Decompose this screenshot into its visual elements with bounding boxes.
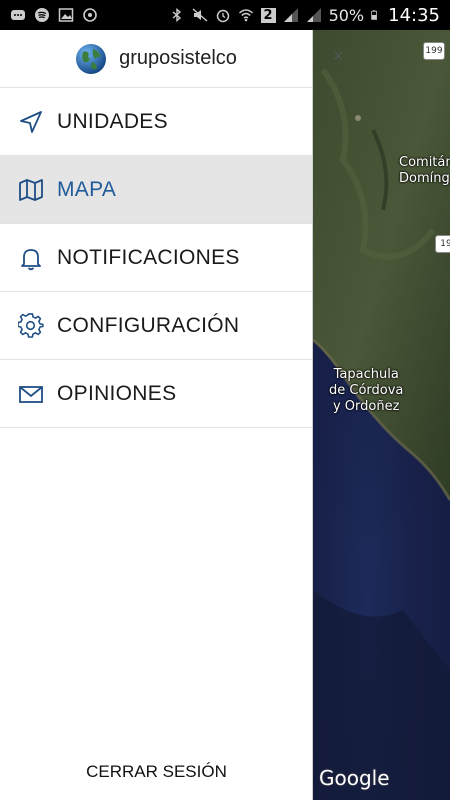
globe-logo-icon <box>76 43 107 74</box>
map-label-tapachula: Tapachula de Córdova y Ordoñez <box>329 367 404 414</box>
close-icon[interactable]: × <box>333 46 353 66</box>
clock: 14:35 <box>388 4 440 26</box>
menu-item-mapa[interactable]: MAPA <box>0 156 312 224</box>
sim-slot-badge: 2 <box>260 7 276 23</box>
menu-item-label: MAPA <box>57 177 117 201</box>
wifi-icon <box>238 9 253 22</box>
alarm-icon <box>216 9 229 23</box>
spotify-icon <box>35 8 49 22</box>
google-logo: Google <box>319 766 390 790</box>
bluetooth-icon <box>172 8 181 22</box>
menu-item-configuracion[interactable]: CONFIGURACIÓN <box>0 292 312 360</box>
map-view[interactable]: × 199 19 Comitán Domíng Tapachula de Cór… <box>313 30 450 800</box>
logout-button[interactable]: CERRAR SESIÓN <box>0 762 313 782</box>
battery-icon <box>371 10 378 20</box>
map-icon <box>19 178 43 201</box>
brand-name: gruposistelco <box>119 47 237 69</box>
highway-shield-199: 199 <box>423 42 445 60</box>
highway-shield-19: 19 <box>435 235 450 253</box>
signal-2-icon <box>306 8 321 22</box>
menu-item-label: NOTIFICACIONES <box>57 245 240 269</box>
sync-icon <box>83 8 97 22</box>
map-label-comitan: Comitán Domíng <box>399 155 450 186</box>
gallery-icon <box>58 8 74 22</box>
menu-item-label: CONFIGURACIÓN <box>57 313 240 337</box>
status-bar: 2 50% 14:35 <box>0 0 450 30</box>
status-bar-left <box>10 7 98 23</box>
mute-icon <box>192 8 207 22</box>
navigation-drawer: gruposistelco UNIDADES MAPA NOTIFICACION… <box>0 30 313 800</box>
envelope-icon <box>19 385 43 403</box>
battery-percent: 50% <box>328 5 365 25</box>
menu-item-label: UNIDADES <box>57 109 168 133</box>
menu-item-opiniones[interactable]: OPINIONES <box>0 360 312 428</box>
menu-item-unidades[interactable]: UNIDADES <box>0 88 312 156</box>
status-bar-right: 2 50% 14:35 <box>169 5 440 26</box>
bell-icon <box>21 248 41 270</box>
signal-icon <box>283 8 298 22</box>
gear-icon <box>18 312 44 338</box>
drawer-header: gruposistelco <box>0 30 312 88</box>
map-terrain <box>313 30 450 800</box>
navigation-arrow-icon <box>20 110 42 133</box>
chat-icon <box>11 10 25 20</box>
menu-item-label: OPINIONES <box>57 381 177 405</box>
menu-item-notificaciones[interactable]: NOTIFICACIONES <box>0 224 312 292</box>
